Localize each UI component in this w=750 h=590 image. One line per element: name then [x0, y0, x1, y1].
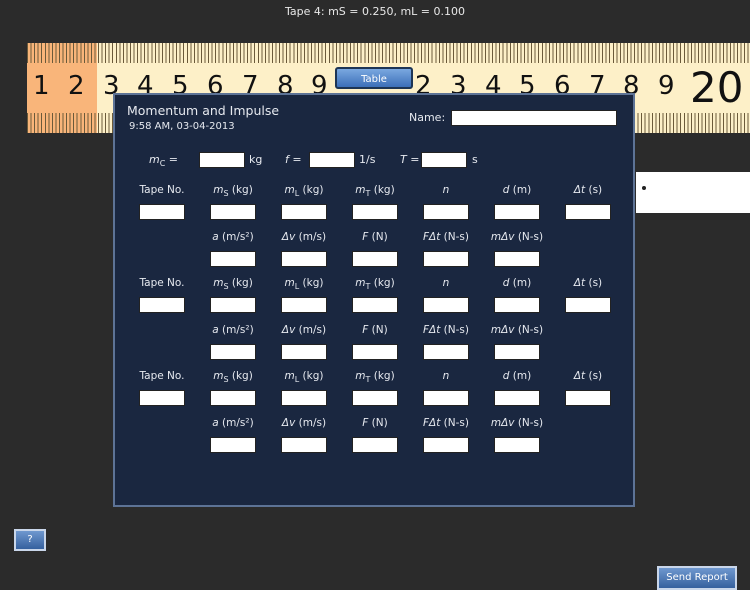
column-header: mS (kg) [213, 184, 253, 199]
data-input[interactable] [421, 152, 467, 168]
param-unit: s [472, 153, 478, 166]
data-input[interactable] [565, 204, 611, 220]
data-input[interactable] [423, 390, 469, 406]
data-input[interactable] [352, 204, 398, 220]
column-header: mS (kg) [213, 277, 253, 292]
column-header: a (m/s²) [212, 324, 254, 336]
column-header: Δv (m/s) [281, 324, 327, 336]
column-header: Δv (m/s) [281, 417, 327, 429]
data-input[interactable] [210, 344, 256, 360]
ruler-number: 9 [658, 71, 675, 101]
data-input[interactable] [352, 344, 398, 360]
data-input[interactable] [494, 297, 540, 313]
data-input[interactable] [423, 437, 469, 453]
column-header: Tape No. [139, 370, 185, 382]
data-input[interactable] [281, 251, 327, 267]
column-header: mΔv (N-s) [490, 324, 544, 336]
data-input[interactable] [210, 297, 256, 313]
column-header: mL (kg) [284, 277, 324, 292]
column-header: d (m) [502, 370, 532, 382]
ruler-number: 20 [690, 63, 744, 112]
data-input[interactable] [423, 251, 469, 267]
data-input[interactable] [139, 204, 185, 220]
ruler-number: 2 [68, 71, 85, 101]
name-label: Name: [409, 111, 446, 124]
data-input[interactable] [199, 152, 245, 168]
param-unit: kg [249, 153, 263, 166]
status-text: Tape 4: mS = 0.250, mL = 0.100 [284, 5, 466, 18]
param-label: T = [400, 153, 420, 166]
tape-strip [636, 172, 750, 213]
data-input[interactable] [309, 152, 355, 168]
data-input[interactable] [423, 297, 469, 313]
data-input[interactable] [210, 437, 256, 453]
column-header: n [442, 277, 450, 289]
panel-title: Momentum and Impulse [127, 103, 280, 118]
column-header: d (m) [502, 277, 532, 289]
column-header: n [442, 370, 450, 382]
data-input[interactable] [281, 204, 327, 220]
dot-marker [642, 186, 646, 190]
column-header: Δt (s) [573, 370, 603, 382]
data-input[interactable] [494, 437, 540, 453]
param-unit: 1/s [359, 153, 376, 166]
data-input[interactable] [281, 297, 327, 313]
column-header: a (m/s²) [212, 231, 254, 243]
column-header: Δv (m/s) [281, 231, 327, 243]
data-input[interactable] [494, 204, 540, 220]
column-header: mT (kg) [355, 370, 395, 385]
column-header: F (N) [362, 417, 388, 429]
param-label: f = [285, 153, 302, 166]
column-header: FΔt (N-s) [423, 324, 469, 336]
help-button[interactable]: ? [14, 529, 46, 551]
column-header: Tape No. [139, 184, 185, 196]
ruler-ticks-top [27, 43, 750, 63]
name-input[interactable] [451, 110, 617, 126]
column-header: F (N) [362, 324, 388, 336]
table-button[interactable]: Table [335, 67, 413, 89]
data-input[interactable] [423, 204, 469, 220]
data-input[interactable] [139, 297, 185, 313]
data-input[interactable] [210, 204, 256, 220]
data-input[interactable] [281, 344, 327, 360]
ruler-number: 1 [33, 71, 50, 101]
data-input[interactable] [281, 390, 327, 406]
data-input[interactable] [281, 437, 327, 453]
column-header: Δt (s) [573, 277, 603, 289]
data-input[interactable] [352, 251, 398, 267]
column-header: mS (kg) [213, 370, 253, 385]
column-header: Tape No. [139, 277, 185, 289]
column-header: d (m) [502, 184, 532, 196]
data-input[interactable] [565, 390, 611, 406]
column-header: FΔt (N-s) [423, 417, 469, 429]
data-input[interactable] [494, 251, 540, 267]
send-report-button[interactable]: Send Report [657, 566, 737, 590]
data-input[interactable] [494, 390, 540, 406]
column-header: mT (kg) [355, 184, 395, 199]
data-input[interactable] [565, 297, 611, 313]
data-input[interactable] [210, 251, 256, 267]
data-input[interactable] [423, 344, 469, 360]
param-label: mC = [149, 153, 179, 169]
timestamp: 9:58 AM, 03-04-2013 [129, 121, 235, 132]
data-input[interactable] [210, 390, 256, 406]
column-header: F (N) [362, 231, 388, 243]
column-header: FΔt (N-s) [423, 231, 469, 243]
column-header: mΔv (N-s) [490, 417, 544, 429]
column-header: a (m/s²) [212, 417, 254, 429]
column-header: Δt (s) [573, 184, 603, 196]
data-input[interactable] [352, 297, 398, 313]
data-input[interactable] [352, 437, 398, 453]
data-input[interactable] [494, 344, 540, 360]
data-input[interactable] [352, 390, 398, 406]
column-header: mΔv (N-s) [490, 231, 544, 243]
column-header: mT (kg) [355, 277, 395, 292]
report-panel: Momentum and Impulse 9:58 AM, 03-04-2013… [113, 93, 737, 590]
column-header: mL (kg) [284, 370, 324, 385]
data-input[interactable] [139, 390, 185, 406]
column-header: n [442, 184, 450, 196]
column-header: mL (kg) [284, 184, 324, 199]
